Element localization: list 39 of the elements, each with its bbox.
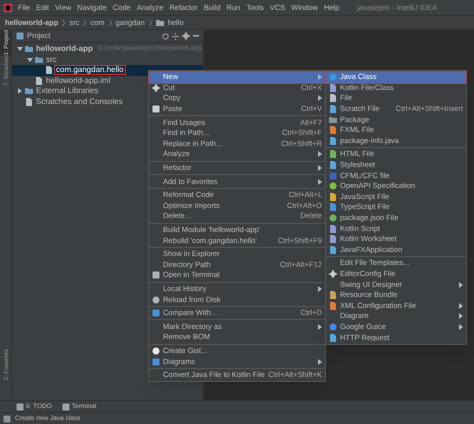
tree-item[interactable]: External Libraries xyxy=(35,87,100,96)
javafx-icon xyxy=(329,246,337,254)
tree-item[interactable]: Scratches and Consoles xyxy=(35,98,124,106)
kotlin-file-icon xyxy=(329,84,337,92)
typescript-file-icon xyxy=(329,203,337,212)
target-icon[interactable] xyxy=(162,32,169,40)
chevron-icon xyxy=(62,20,66,26)
xml-file-icon xyxy=(329,302,337,310)
chevron-icon xyxy=(108,20,112,26)
minimize-icon[interactable] xyxy=(193,35,199,37)
tool-window-icon xyxy=(62,402,70,410)
chevron-icon xyxy=(148,20,152,26)
http-request-icon xyxy=(329,334,337,342)
scratch-file-icon xyxy=(329,105,337,114)
collapsed-arrow-icon[interactable] xyxy=(16,88,22,94)
gear-icon xyxy=(329,270,337,278)
tool-window-icon xyxy=(16,402,24,410)
fxml-file-icon xyxy=(329,126,337,134)
expanded-arrow-icon[interactable] xyxy=(26,56,32,63)
stylesheet-icon xyxy=(329,161,337,170)
javascript-file-icon xyxy=(329,192,337,201)
app-logo-icon xyxy=(4,4,12,12)
tree-item[interactable]: helloworld-app xyxy=(35,45,94,54)
chevron-icon xyxy=(83,20,86,26)
kotlin-worksheet-icon xyxy=(329,235,337,244)
tree-item[interactable]: src xyxy=(45,56,58,64)
tree-item[interactable]: helloworld-app.iml xyxy=(45,76,112,85)
kotlin-script-icon xyxy=(329,224,337,233)
collapse-icon[interactable] xyxy=(172,32,179,40)
status-icon xyxy=(3,414,11,422)
panel-icon xyxy=(16,32,24,40)
expanded-arrow-icon[interactable] xyxy=(16,46,22,52)
package-folder-icon xyxy=(329,116,337,124)
resource-bundle-icon xyxy=(329,291,337,300)
java-file-icon xyxy=(329,136,337,145)
file-icon xyxy=(329,94,337,102)
folder-icon xyxy=(156,18,164,26)
settings-icon xyxy=(182,32,190,40)
html-file-icon xyxy=(329,150,337,158)
